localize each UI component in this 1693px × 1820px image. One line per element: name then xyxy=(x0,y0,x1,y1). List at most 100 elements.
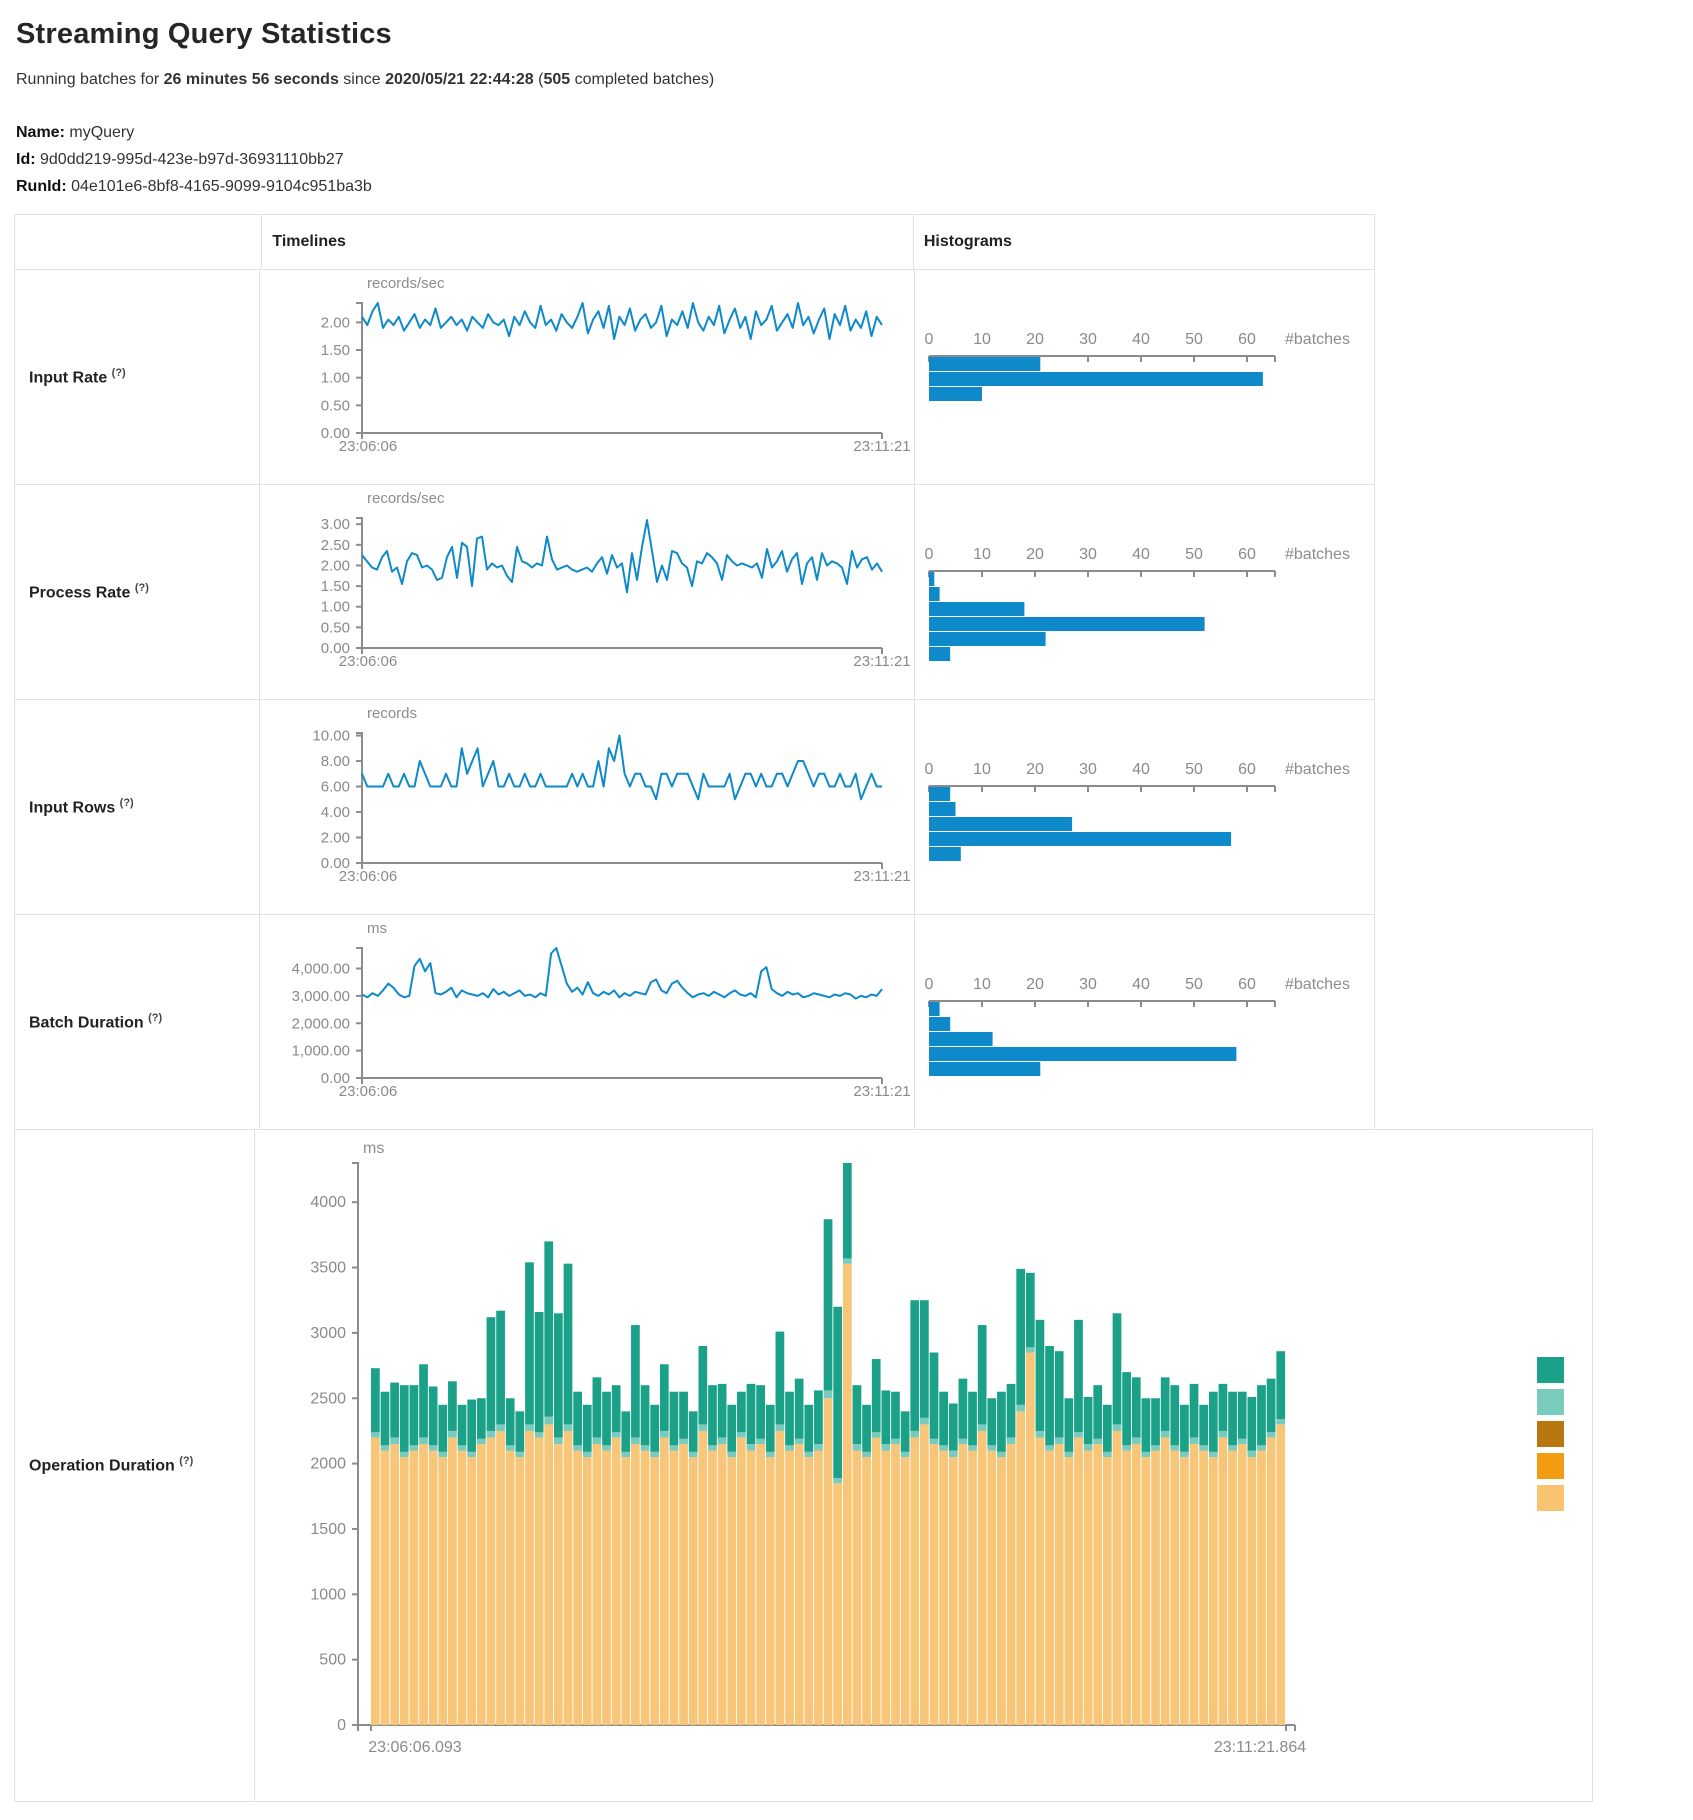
svg-text:1,000.00: 1,000.00 xyxy=(292,1043,350,1060)
batch-duration-timeline-chart: ms4,000.003,000.002,000.001,000.000.0023… xyxy=(260,915,914,1134)
svg-text:8.00: 8.00 xyxy=(321,753,350,770)
process-rate-help-icon[interactable]: (?) xyxy=(135,582,149,594)
svg-text:40: 40 xyxy=(1132,546,1150,563)
running-summary: Running batches for 26 minutes 56 second… xyxy=(16,71,1693,89)
svg-text:20: 20 xyxy=(1026,761,1044,778)
running-duration: 26 minutes 56 seconds xyxy=(164,71,339,88)
batch-duration-help-icon[interactable]: (?) xyxy=(148,1012,162,1024)
row-input-rows: Input Rows (?) records10.008.006.004.002… xyxy=(14,699,1375,915)
svg-text:23:11:21: 23:11:21 xyxy=(853,1083,910,1100)
operation-duration-legend xyxy=(1537,1357,1564,1511)
svg-text:2,000.00: 2,000.00 xyxy=(292,1015,350,1032)
svg-text:23:06:06: 23:06:06 xyxy=(339,653,397,670)
table-header-row: Timelines Histograms xyxy=(14,214,1375,270)
operation-duration-help-icon[interactable]: (?) xyxy=(179,1455,193,1467)
svg-text:2000: 2000 xyxy=(310,1456,346,1473)
svg-text:3000: 3000 xyxy=(310,1325,346,1342)
query-runid: 04e101e6-8bf8-4165-9099-9104c951ba3b xyxy=(71,178,372,195)
svg-text:23:06:06.093: 23:06:06.093 xyxy=(368,1739,462,1756)
input-rows-label: Input Rows (?) xyxy=(29,797,134,817)
operation-duration-stacked-chart: ms4000350030002500200015001000500023:06:… xyxy=(255,1130,1592,1806)
svg-text:#batches: #batches xyxy=(1285,976,1350,993)
legend-swatch-teal xyxy=(1537,1357,1564,1383)
name-label: Name: xyxy=(16,124,65,141)
column-header-timelines: Timelines xyxy=(262,215,914,269)
id-label: Id: xyxy=(16,151,36,168)
input-rows-timeline-chart: records10.008.006.004.002.000.0023:06:06… xyxy=(260,700,914,919)
svg-text:2.00: 2.00 xyxy=(321,557,350,574)
svg-text:1000: 1000 xyxy=(310,1586,346,1603)
runid-label: RunId: xyxy=(16,178,67,195)
svg-text:10: 10 xyxy=(973,546,991,563)
input-rate-timeline-chart: records/sec2.001.501.000.500.0023:06:062… xyxy=(260,270,914,489)
legend-swatch-dark-orange xyxy=(1537,1421,1564,1447)
svg-text:20: 20 xyxy=(1026,976,1044,993)
svg-text:records: records xyxy=(367,705,417,722)
svg-text:60: 60 xyxy=(1238,976,1256,993)
svg-text:30: 30 xyxy=(1079,976,1097,993)
svg-text:23:11:21.864: 23:11:21.864 xyxy=(1214,1739,1306,1756)
svg-text:3,000.00: 3,000.00 xyxy=(292,988,350,1005)
query-meta: Name: myQuery Id: 9d0dd219-995d-423e-b97… xyxy=(16,119,1693,200)
svg-text:0: 0 xyxy=(925,761,934,778)
operation-duration-label: Operation Duration (?) xyxy=(29,1455,193,1475)
svg-text:1.50: 1.50 xyxy=(321,342,350,359)
svg-text:60: 60 xyxy=(1238,331,1256,348)
svg-text:1.00: 1.00 xyxy=(321,599,350,616)
svg-text:ms: ms xyxy=(363,1140,384,1157)
header-empty-cell xyxy=(15,215,262,269)
query-name-line: Name: myQuery xyxy=(16,119,1693,146)
process-rate-timeline-chart: records/sec3.002.502.001.501.000.500.002… xyxy=(260,485,914,704)
query-runid-line: RunId: 04e101e6-8bf8-4165-9099-9104c951b… xyxy=(16,173,1693,200)
svg-text:0: 0 xyxy=(337,1717,346,1734)
batch-duration-label: Batch Duration (?) xyxy=(29,1012,162,1032)
svg-text:60: 60 xyxy=(1238,546,1256,563)
legend-swatch-light-teal xyxy=(1537,1389,1564,1415)
svg-text:50: 50 xyxy=(1185,546,1203,563)
svg-text:50: 50 xyxy=(1185,761,1203,778)
svg-text:30: 30 xyxy=(1079,331,1097,348)
completed-batches-count: 505 xyxy=(543,71,570,88)
query-name: myQuery xyxy=(69,124,134,141)
process-rate-label: Process Rate (?) xyxy=(29,582,149,602)
legend-swatch-tan xyxy=(1537,1485,1564,1511)
batch-duration-histogram-chart: 0102030405060#batches xyxy=(915,915,1374,1134)
svg-text:40: 40 xyxy=(1132,761,1150,778)
svg-text:2500: 2500 xyxy=(310,1390,346,1407)
svg-text:1500: 1500 xyxy=(310,1521,346,1538)
svg-text:2.00: 2.00 xyxy=(321,830,350,847)
paren-open: ( xyxy=(534,71,544,88)
svg-text:500: 500 xyxy=(319,1652,346,1669)
streaming-statistics-page: Streaming Query Statistics Running batch… xyxy=(0,0,1693,1802)
input-rate-histogram-chart: 0102030405060#batches xyxy=(915,270,1374,489)
process-rate-histogram-chart: 0102030405060#batches xyxy=(915,485,1374,704)
svg-text:10: 10 xyxy=(973,761,991,778)
svg-text:23:06:06: 23:06:06 xyxy=(339,438,397,455)
svg-text:60: 60 xyxy=(1238,761,1256,778)
svg-text:0.50: 0.50 xyxy=(321,619,350,636)
svg-text:#batches: #batches xyxy=(1285,331,1350,348)
svg-text:23:11:21: 23:11:21 xyxy=(853,868,910,885)
svg-text:1.00: 1.00 xyxy=(321,370,350,387)
input-rows-help-icon[interactable]: (?) xyxy=(120,797,134,809)
input-rate-help-icon[interactable]: (?) xyxy=(112,367,126,379)
batches-suffix: completed batches) xyxy=(570,71,714,88)
statistics-table: Timelines Histograms Input Rate (?) reco… xyxy=(14,214,1693,1802)
legend-swatch-orange xyxy=(1537,1453,1564,1479)
svg-text:20: 20 xyxy=(1026,331,1044,348)
svg-text:4.00: 4.00 xyxy=(321,804,350,821)
svg-text:10: 10 xyxy=(973,976,991,993)
page-title: Streaming Query Statistics xyxy=(16,18,1693,51)
start-time: 2020/05/21 22:44:28 xyxy=(385,71,534,88)
input-rate-label: Input Rate (?) xyxy=(29,367,126,387)
svg-text:23:06:06: 23:06:06 xyxy=(339,868,397,885)
svg-text:40: 40 xyxy=(1132,976,1150,993)
row-batch-duration: Batch Duration (?) ms4,000.003,000.002,0… xyxy=(14,914,1375,1130)
svg-text:ms: ms xyxy=(367,920,387,937)
svg-text:23:11:21: 23:11:21 xyxy=(853,653,910,670)
svg-text:40: 40 xyxy=(1132,331,1150,348)
row-operation-duration: Operation Duration (?) ms400035003000250… xyxy=(14,1129,1593,1802)
svg-text:6.00: 6.00 xyxy=(321,779,350,796)
svg-text:23:06:06: 23:06:06 xyxy=(339,1083,397,1100)
row-input-rate: Input Rate (?) records/sec2.001.501.000.… xyxy=(14,269,1375,485)
